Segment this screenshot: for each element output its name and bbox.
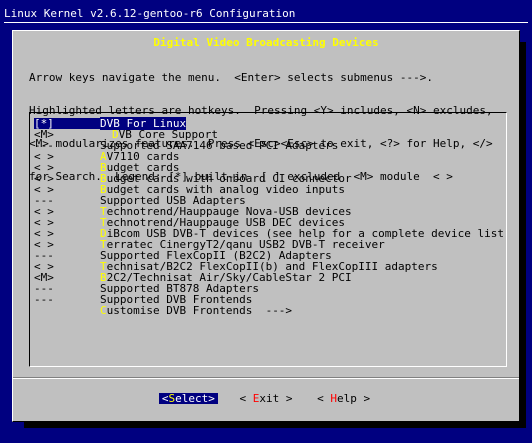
- select-button-open: <: [161, 392, 169, 405]
- dialog-shadow-bottom: [24, 422, 526, 428]
- menu-item-label: Customise DVB Frontends --->: [100, 304, 292, 317]
- menu-item-state: ---: [34, 293, 54, 306]
- dialog-title: Digital Video Broadcasting Devices: [153, 36, 379, 49]
- exit-button-label: xit >: [259, 392, 293, 405]
- menu-item-hotkey: C: [100, 304, 107, 317]
- menu-box: [*] DVB For Linux <M> DVB Core Support --- Su…: [29, 112, 507, 367]
- select-button[interactable]: <Select>: [158, 392, 218, 405]
- window-header: Linux Kernel v2.6.12-gentoo-r6 Configura…: [0, 0, 532, 30]
- menu-item[interactable]: [*] DVB For Linux: [34, 117, 504, 130]
- button-bar: <Select> < Exit > < Help >: [13, 393, 519, 404]
- help-button-open: <: [317, 392, 331, 405]
- help-hotkey: H: [330, 392, 337, 405]
- config-dialog: Digital Video Broadcasting Devices Arrow…: [12, 30, 520, 422]
- button-separator: [13, 377, 519, 379]
- exit-button-open: <: [239, 392, 253, 405]
- menu-item[interactable]: Customise DVB Frontends --->: [34, 305, 504, 316]
- window-title: Linux Kernel v2.6.12-gentoo-r6 Configura…: [4, 7, 296, 20]
- help-button[interactable]: < Help >: [314, 393, 373, 404]
- help-button-label: elp >: [337, 392, 371, 405]
- menu-list: [*] DVB For Linux <M> DVB Core Support --- Su…: [34, 117, 504, 316]
- dialog-shadow-right: [520, 42, 526, 428]
- header-rule: [4, 22, 528, 23]
- exit-button[interactable]: < Exit >: [237, 393, 296, 404]
- help-line: Arrow keys navigate the menu. <Enter> se…: [29, 71, 433, 84]
- menu-item-text: ustomise DVB Frontends --->: [106, 304, 293, 317]
- select-button-label: elect>: [175, 392, 215, 405]
